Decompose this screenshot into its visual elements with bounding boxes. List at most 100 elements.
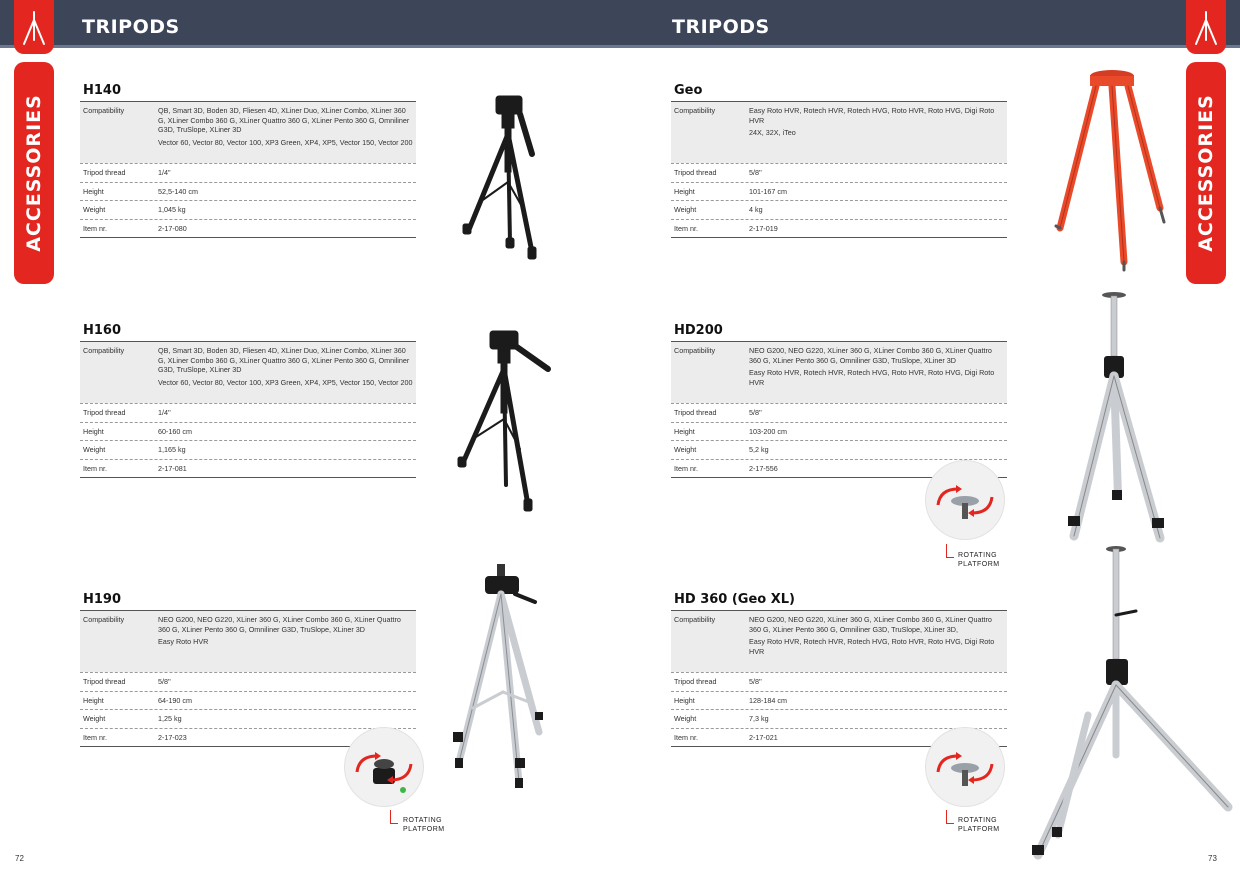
left-accessories-tab[interactable]: ACCESSORIES: [14, 62, 54, 284]
spec-value: 5,2 kg: [749, 445, 769, 454]
spec-key: Item nr.: [674, 463, 698, 473]
rotating-label-line1: ROTATING: [958, 552, 998, 559]
spec-value: 52,5-140 cm: [158, 186, 198, 196]
rotating-label-line2: PLATFORM: [958, 826, 1000, 833]
spec-key: Tripod thread: [674, 677, 717, 686]
spec-value: Easy Roto HVR, Rotech HVR, Rotech HVG, R…: [749, 637, 995, 656]
rotating-label-line1: ROTATING: [403, 817, 443, 824]
spec-row-compatibility: Compatibility NEO G200, NEO G220, XLiner …: [671, 342, 1007, 403]
spec-table: Compatibility QB, Smart 3D, Boden 3D, Fli…: [80, 341, 416, 478]
spec-table: Compatibility NEO G200, NEO G220, XLiner …: [80, 610, 416, 747]
spec-key: Tripod thread: [83, 168, 126, 177]
spec-value: 5/8'': [749, 168, 762, 177]
spec-key: Compatibility: [83, 106, 125, 115]
spec-key: Tripod thread: [674, 408, 717, 417]
spec-key: Item nr.: [674, 223, 698, 233]
spec-table: Compatibility Easy Roto HVR, Rotech HVR, …: [671, 101, 1007, 238]
spec-value: 5/8'': [749, 677, 762, 686]
rotating-platform-icon: [936, 752, 994, 786]
rotating-platform-icon: [936, 485, 994, 519]
spec-row-height: Height 128-184 cm: [671, 690, 1007, 710]
spec-key: Compatibility: [83, 615, 125, 624]
header-accent-line: [0, 45, 1240, 48]
spec-value: NEO G200, NEO G220, XLiner 360 G, XLiner…: [749, 346, 992, 365]
h190-tripod-image: [453, 564, 543, 788]
spec-row-item: Item nr. 2-17-019: [671, 218, 1007, 238]
spec-value: 1/4'': [158, 408, 171, 417]
spec-row-thread: Tripod thread 5/8'': [80, 672, 416, 691]
tripod-icon: [23, 11, 45, 45]
spec-value: NEO G200, NEO G220, XLiner 360 G, XLiner…: [749, 615, 992, 634]
left-page-title: TRIPODS: [82, 16, 180, 38]
left-page-number: 72: [15, 854, 24, 863]
spec-row-weight: Weight 1,25 kg: [80, 709, 416, 728]
spec-row-height: Height 103-200 cm: [671, 421, 1007, 441]
product-title: HD200: [674, 323, 723, 338]
product-title: Geo: [674, 83, 703, 98]
spec-row-weight: Weight 5,2 kg: [671, 440, 1007, 459]
spec-table: Compatibility QB, Smart 3D, Boden 3D, Fli…: [80, 101, 416, 238]
spec-table: Compatibility NEO G200, NEO G220, XLiner …: [671, 341, 1007, 478]
hd200-rotating-platform-detail: [926, 461, 1004, 539]
spec-row-item: Item nr. 2-17-080: [80, 218, 416, 238]
product-title: H160: [83, 323, 122, 338]
spec-value: Easy Roto HVR: [158, 637, 209, 646]
h140-tripod-image: [462, 95, 537, 260]
spec-row-compatibility: Compatibility Easy Roto HVR, Rotech HVR, …: [671, 102, 1007, 163]
spec-key: Weight: [674, 445, 697, 454]
product-geo: Geo Compatibility Easy Roto HVR, Rotech H…: [671, 83, 1007, 238]
spec-row-compatibility: Compatibility NEO G200, NEO G220, XLiner …: [671, 611, 1007, 672]
spec-key: Height: [83, 695, 104, 705]
spec-value: 64-190 cm: [158, 695, 192, 705]
spec-value: QB, Smart 3D, Boden 3D, Fliesen 4D, XLin…: [158, 346, 410, 374]
hd200-rotating-platform-label: ROTATING PLATFORM: [958, 551, 1018, 569]
hd360-tripod-image: [1032, 546, 1233, 860]
spec-value: 5/8'': [749, 408, 762, 417]
spec-value: 60-160 cm: [158, 426, 192, 436]
spec-value: 5/8'': [158, 677, 171, 686]
spec-row-compatibility: Compatibility QB, Smart 3D, Boden 3D, Fli…: [80, 102, 416, 163]
spec-value: 1,165 kg: [158, 445, 186, 454]
left-tripod-logo-tab: [14, 0, 54, 54]
spec-key: Tripod thread: [83, 677, 126, 686]
spec-key: Weight: [674, 714, 697, 723]
spec-key: Weight: [83, 714, 106, 723]
spec-value: 1,045 kg: [158, 205, 186, 214]
product-h140: H140 Compatibility QB, Smart 3D, Boden 3D…: [80, 83, 416, 238]
spec-value: NEO G200, NEO G220, XLiner 360 G, XLiner…: [158, 615, 401, 634]
spec-row-height: Height 64-190 cm: [80, 690, 416, 710]
spec-table: Compatibility NEO G200, NEO G220, XLiner …: [671, 610, 1007, 747]
product-h160: H160 Compatibility QB, Smart 3D, Boden 3D…: [80, 323, 416, 478]
spec-row-height: Height 60-160 cm: [80, 421, 416, 441]
h190-rotating-platform-label: ROTATING PLATFORM: [403, 816, 463, 834]
spec-key: Item nr.: [83, 463, 107, 473]
hd360-rotating-platform-label: ROTATING PLATFORM: [958, 816, 1018, 834]
spec-key: Compatibility: [674, 615, 716, 624]
spec-key: Height: [674, 426, 695, 436]
product-hd360: HD 360 (Geo XL) Compatibility NEO G200, N…: [671, 592, 1007, 747]
spec-key: Tripod thread: [674, 168, 717, 177]
spec-row-weight: Weight 1,165 kg: [80, 440, 416, 459]
product-hd200: HD200 Compatibility NEO G200, NEO G220, X…: [671, 323, 1007, 478]
spec-row-weight: Weight 7,3 kg: [671, 709, 1007, 728]
spec-key: Tripod thread: [83, 408, 126, 417]
right-page-number: 73: [1208, 854, 1217, 863]
spec-value: 2-17-080: [158, 223, 187, 233]
right-accessories-tab[interactable]: ACCESSORIES: [1186, 62, 1226, 284]
spec-key: Height: [674, 186, 695, 196]
spec-value: 24X, 32X, iTeo: [749, 128, 796, 137]
right-accessories-label: ACCESSORIES: [1195, 94, 1217, 252]
spec-key: Item nr.: [674, 732, 698, 742]
right-page-title: TRIPODS: [672, 16, 770, 38]
spec-value: 2-17-081: [158, 463, 187, 473]
spec-value: QB, Smart 3D, Boden 3D, Fliesen 4D, XLin…: [158, 106, 410, 134]
tripod-icon: [1195, 11, 1217, 45]
h160-tripod-image: [457, 330, 551, 512]
rotating-label-line2: PLATFORM: [958, 561, 1000, 568]
spec-value: Easy Roto HVR, Rotech HVR, Rotech HVG, R…: [749, 106, 995, 125]
spec-value: 103-200 cm: [749, 426, 787, 436]
spec-row-item: Item nr. 2-17-081: [80, 458, 416, 478]
spec-value: 2-17-019: [749, 223, 778, 233]
spec-row-compatibility: Compatibility QB, Smart 3D, Boden 3D, Fli…: [80, 342, 416, 403]
spec-row-compatibility: Compatibility NEO G200, NEO G220, XLiner …: [80, 611, 416, 672]
